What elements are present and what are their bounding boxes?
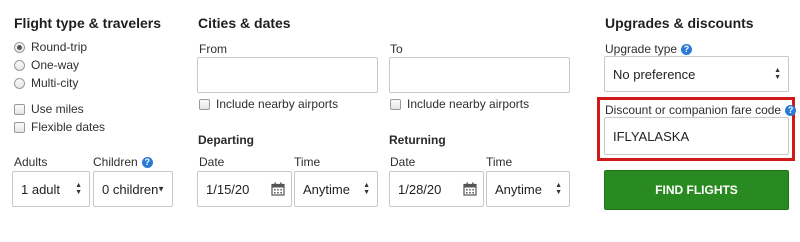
cities-title: Cities & dates: [198, 15, 291, 31]
departing-date-value: 1/15/20: [206, 181, 250, 197]
returning-time-label: Time: [486, 155, 513, 169]
children-select-value: 0 children: [102, 181, 159, 197]
to-label: To: [390, 42, 403, 56]
checkbox-label: Flexible dates: [31, 120, 106, 134]
checkbox-label: Use miles: [31, 102, 84, 116]
chevron-down-icon: ▼: [157, 184, 165, 194]
returning-date-label: Date: [390, 155, 416, 169]
flight-type-title: Flight type & travelers: [14, 15, 162, 31]
departing-time-label: Time: [294, 155, 321, 169]
checkbox-nearby-to[interactable]: Include nearby airports: [390, 95, 529, 113]
children-select[interactable]: 0 children ▼: [93, 171, 173, 207]
checkbox-icon[interactable]: [14, 103, 25, 115]
adults-select-value: 1 adult: [21, 181, 61, 197]
returning-time-value: Anytime: [495, 181, 542, 197]
checkbox-use-miles[interactable]: Use miles: [14, 100, 105, 118]
info-icon[interactable]: ?: [681, 44, 693, 56]
radio-button-icon[interactable]: [14, 77, 25, 89]
checkbox-icon[interactable]: [390, 98, 401, 110]
checkbox-flexible-dates[interactable]: Flexible dates: [14, 118, 105, 136]
departing-title: Departing: [198, 133, 255, 147]
checkbox-label: Include nearby airports: [216, 97, 339, 111]
radio-button-icon[interactable]: [14, 59, 25, 71]
info-icon[interactable]: ?: [785, 105, 797, 117]
select-arrows-icon: ▲ ▼: [363, 182, 370, 196]
from-label: From: [199, 42, 227, 56]
find-flights-button[interactable]: FIND FLIGHTS: [604, 170, 789, 210]
radio-label: Multi-city: [31, 76, 79, 90]
upgrade-type-label: Upgrade type?: [605, 42, 693, 56]
upgrade-type-select[interactable]: No preference ▲ ▼: [604, 56, 789, 92]
upgrades-title: Upgrades & discounts: [605, 15, 754, 31]
flight-type-radios: Round-trip One-way Multi-city: [14, 38, 87, 92]
children-label: Children?: [93, 155, 153, 169]
upgrade-type-value: No preference: [613, 66, 696, 82]
radio-button-icon[interactable]: [14, 41, 25, 53]
checkbox-icon[interactable]: [14, 121, 25, 133]
children-label-text: Children: [93, 155, 138, 169]
from-input[interactable]: [197, 57, 378, 93]
returning-date-input[interactable]: 1/28/20: [389, 171, 484, 207]
checkbox-icon[interactable]: [199, 98, 210, 110]
select-arrows-icon: ▲ ▼: [75, 182, 82, 196]
checkbox-label: Include nearby airports: [407, 97, 530, 111]
departing-date-input[interactable]: 1/15/20: [197, 171, 292, 207]
select-arrows-icon: ▲ ▼: [555, 182, 562, 196]
adults-label: Adults: [14, 155, 48, 169]
extras-checkboxes: Use miles Flexible dates: [14, 100, 105, 136]
info-icon[interactable]: ?: [141, 157, 153, 169]
radio-label: Round-trip: [31, 40, 88, 54]
radio-label: One-way: [31, 58, 80, 72]
radio-round-trip[interactable]: Round-trip: [14, 38, 87, 56]
discount-code-input[interactable]: IFLYALASKA: [604, 117, 789, 155]
departing-date-label: Date: [199, 155, 225, 169]
calendar-icon[interactable]: [463, 182, 477, 196]
discount-label-text: Discount or companion fare code: [605, 103, 782, 117]
discount-label: Discount or companion fare code?: [605, 103, 797, 117]
departing-time-select[interactable]: Anytime ▲ ▼: [294, 171, 378, 207]
radio-one-way[interactable]: One-way: [14, 56, 87, 74]
returning-title: Returning: [389, 133, 446, 147]
adults-select[interactable]: 1 adult ▲ ▼: [12, 171, 90, 207]
checkbox-nearby-from[interactable]: Include nearby airports: [199, 95, 338, 113]
returning-date-value: 1/28/20: [398, 181, 442, 197]
discount-code-value: IFLYALASKA: [613, 128, 690, 144]
select-arrows-icon: ▲ ▼: [774, 67, 781, 81]
to-input[interactable]: [389, 57, 570, 93]
calendar-icon[interactable]: [271, 182, 285, 196]
radio-multi-city[interactable]: Multi-city: [14, 74, 87, 92]
returning-time-select[interactable]: Anytime ▲ ▼: [486, 171, 570, 207]
departing-time-value: Anytime: [303, 181, 350, 197]
upgrade-type-label-text: Upgrade type: [605, 42, 678, 56]
